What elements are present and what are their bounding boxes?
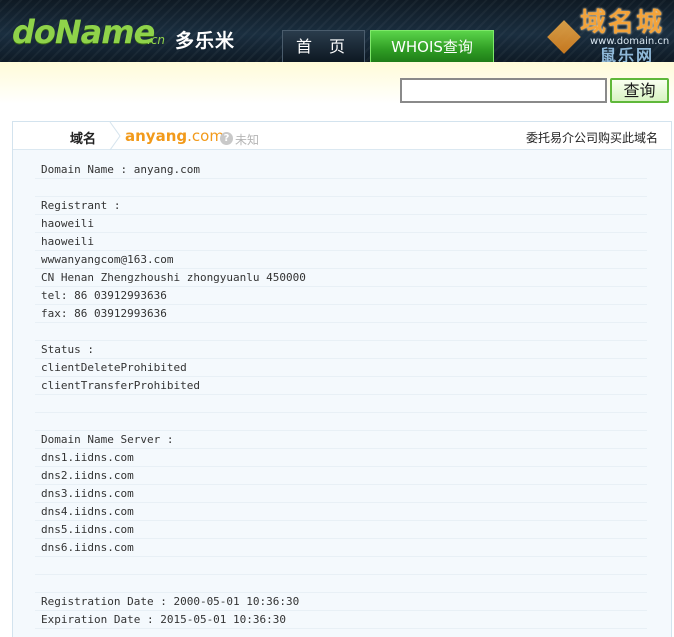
whois-line: haoweili (35, 233, 647, 251)
buy-domain-link[interactable]: 委托易介公司购买此域名 (526, 129, 658, 146)
search-input[interactable] (400, 78, 607, 103)
whois-line: dns5.iidns.com (35, 521, 647, 539)
whois-line: dns1.iidns.com (35, 449, 647, 467)
status-text: 未知 (235, 133, 260, 147)
whois-line: dns2.iidns.com (35, 467, 647, 485)
watermark-subtitle: 鼠乐网 (600, 46, 655, 62)
whois-line: Registration Date : 2000-05-01 10:36:30 (35, 593, 647, 611)
whois-line: clientDeleteProhibited (35, 359, 647, 377)
whois-line (35, 575, 647, 593)
question-icon: ? (220, 132, 233, 145)
domain-value: anyang.com (125, 127, 224, 145)
whois-line: wwwanyangcom@163.com (35, 251, 647, 269)
separator-arrow-icon (109, 122, 121, 150)
whois-line (35, 557, 647, 575)
nav-tab-whois-label: WHOIS查询 (391, 38, 473, 56)
whois-line: Registrant : (35, 197, 647, 215)
panel-header: 域名 anyang.com ? 未知 委托易介公司购买此域名 (13, 122, 671, 150)
site-header: doName .cn 多乐米 首 页 WHOIS查询 域名城 www.domai… (0, 0, 674, 62)
whois-line: haoweili (35, 215, 647, 233)
domain-name: anyang (125, 127, 188, 145)
whois-record: Domain Name : anyang.com Registrant : haow… (35, 161, 647, 629)
domain-label: 域名 (70, 132, 97, 147)
whois-line (35, 179, 647, 197)
watermark: 域名城 www.domain.cn 鼠乐网 (545, 2, 670, 62)
whois-line: clientTransferProhibited (35, 377, 647, 395)
whois-line: CN Henan Zhengzhoushi zhongyuanlu 450000 (35, 269, 647, 287)
whois-panel: 域名 anyang.com ? 未知 委托易介公司购买此域名 Domain Na… (12, 121, 672, 637)
site-logo[interactable]: doName (12, 14, 155, 50)
whois-line: dns6.iidns.com (35, 539, 647, 557)
whois-line: dns4.iidns.com (35, 503, 647, 521)
whois-line: fax: 86 03912993636 (35, 305, 647, 323)
whois-line: Domain Name : anyang.com (35, 161, 647, 179)
whois-line: tel: 86 03912993636 (35, 287, 647, 305)
whois-line (35, 395, 647, 413)
watermark-diamond-icon (547, 20, 581, 54)
whois-line: Domain Name Server : (35, 431, 647, 449)
whois-line (35, 413, 647, 431)
whois-line: Expiration Date : 2015-05-01 10:36:30 (35, 611, 647, 629)
nav-tab-home[interactable]: 首 页 (282, 30, 365, 62)
watermark-title: 域名城 (580, 8, 665, 38)
site-logo-suffix: .cn (147, 33, 166, 47)
whois-line: Status : (35, 341, 647, 359)
domain-tld: .com (187, 127, 224, 145)
whois-line (35, 323, 647, 341)
nav-tab-whois[interactable]: WHOIS查询 (370, 30, 494, 62)
search-button[interactable]: 查询 (610, 78, 669, 103)
brand-name: 多乐米 (175, 30, 236, 52)
whois-line: dns3.iidns.com (35, 485, 647, 503)
